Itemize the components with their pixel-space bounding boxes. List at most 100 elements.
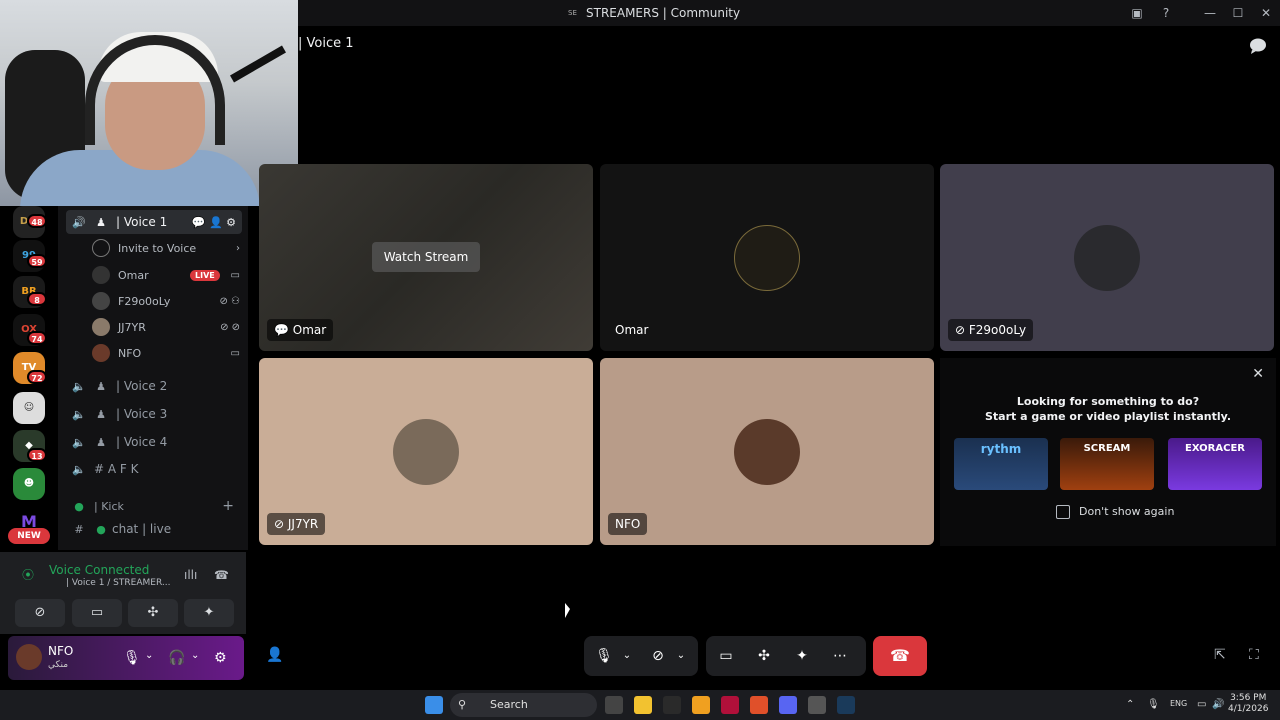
server-icon-cat[interactable]: ☺ [13,392,45,424]
activity-card-rythm[interactable]: rythm [954,438,1048,490]
avatar[interactable] [16,644,42,670]
chevron-down-icon[interactable]: ⌄ [145,650,153,661]
signal-icon[interactable]: ⦿ [22,566,34,583]
language-indicator[interactable]: ENG [1170,699,1187,708]
category-kick[interactable]: ● | Kick + [66,494,242,518]
inbox-icon[interactable]: ▣ [1130,6,1144,20]
tray-mic-icon[interactable]: 🎙 [1147,699,1160,710]
microphone-icon[interactable]: 🎙 [590,642,618,670]
app-window: SE STREAMERS | Community ▣ ? — ☐ ✕ | Voic… [0,0,1280,720]
maximize-icon[interactable]: ☐ [1231,6,1245,20]
tile-label-text: F29o0oLy [968,323,1027,337]
search-icon: ⚲ [458,698,467,711]
voice-sub[interactable]: | Voice 1 / STREAMER... [66,578,170,588]
video-tile-f29[interactable]: ⊘ F29o0oLy [940,164,1274,351]
app-icon[interactable] [663,696,681,714]
more-icon[interactable]: ⋯ [826,642,854,670]
dont-show-label[interactable]: Don't show again [1079,505,1174,518]
tray-network-icon[interactable]: ▭ [1197,699,1206,710]
speaker-icon: 🔊 [72,215,86,229]
avatar [92,266,110,284]
brave-icon[interactable] [750,696,768,714]
avatar [734,225,800,291]
channel-actions-icon[interactable]: 💬 👤 ⚙ [192,216,236,229]
video-tile-nfo[interactable]: NFO [600,358,934,545]
avatar [92,292,110,310]
channel-voice-2[interactable]: 🔈 ♟ | Voice 2 [66,374,242,398]
live-badge: LIVE [190,269,220,281]
new-badge[interactable]: NEW [8,528,50,544]
voice-member[interactable]: JJ7YR ⊘ ⊘ [92,316,242,338]
chevron-down-icon[interactable]: ⌄ [618,642,636,670]
camera-off-icon[interactable]: ⊘ [644,642,672,670]
chevron-down-icon[interactable]: ⌄ [191,650,199,661]
voice-member[interactable]: Omar LIVE ▭ [92,264,242,286]
disconnect-button[interactable]: ☎ [873,636,927,676]
settings-icon[interactable]: ⚙ [214,650,227,666]
voice-member[interactable]: NFO ▭ [92,342,242,364]
popout-icon[interactable]: ⇱ [1214,647,1226,663]
chevron-down-icon[interactable]: ⌄ [672,642,690,670]
add-user-icon[interactable]: 👤 [266,647,283,663]
soundboard-icon[interactable]: ✦ [788,642,816,670]
camera-button[interactable]: ⊘ [15,599,65,627]
voice-status[interactable]: Voice Connected [49,563,149,577]
activities-button[interactable]: ✣ [128,599,178,627]
task-view-icon[interactable] [605,696,623,714]
taskbar-search[interactable]: Search [450,693,597,717]
channel-chat-live[interactable]: # ● chat | live [66,517,242,541]
avatar [734,419,800,485]
share-screen-icon[interactable]: ▭ [712,642,740,670]
video-tile-jj7yr[interactable]: ⊘ JJ7YR [259,358,593,545]
help-icon[interactable]: ? [1159,6,1173,20]
clock[interactable]: 3:56 PM 4/1/2026 [1228,693,1268,715]
invite-to-voice[interactable]: Invite to Voice › [92,237,242,259]
watch-stream-button[interactable]: Watch Stream [372,242,480,272]
share-screen-button[interactable]: ▭ [72,599,122,627]
tile-label: Omar [615,323,649,337]
tray-volume-icon[interactable]: 🔊 [1212,699,1224,710]
activities-icon[interactable]: ✣ [750,642,778,670]
close-icon[interactable]: ✕ [1259,6,1273,20]
activity-title-line2: Start a game or video playlist instantly… [985,410,1231,423]
server-icon: SE [568,8,577,17]
dont-show-checkbox[interactable] [1056,505,1070,519]
steam-icon[interactable] [837,696,855,714]
fullscreen-icon[interactable]: ⛶ [1249,647,1259,663]
mouse-cursor [565,603,570,618]
video-tile-omar[interactable]: Omar [600,164,934,351]
chat-icon[interactable] [1249,38,1267,54]
close-icon[interactable]: ✕ [1252,366,1264,382]
add-channel-icon[interactable]: + [222,498,234,514]
speaker-icon: 🔈 [72,462,86,476]
channel-afk[interactable]: 🔈 # A F K [66,457,242,481]
noise-suppression-icon[interactable]: ıllı [184,568,197,582]
server-badge: 59 [27,254,47,268]
start-icon[interactable] [425,696,443,714]
soundboard-button[interactable]: ✦ [184,599,234,627]
activity-panel: ✕ Looking for something to do? Start a g… [940,358,1276,546]
activity-card-scream[interactable]: SCREAM [1060,438,1154,490]
kick-icon: ● [96,522,106,536]
disconnect-icon[interactable]: ☎ [214,568,229,582]
voice-channel-header: | Voice 1 [298,36,354,51]
discord-icon[interactable] [779,696,797,714]
activity-card-exoracer[interactable]: EXORACER [1168,438,1262,490]
channel-voice-3[interactable]: 🔈 ♟ | Voice 3 [66,402,242,426]
voice-member[interactable]: F29o0oLy ⊘ ⚇ [92,290,242,312]
channel-voice-4[interactable]: 🔈 ♟ | Voice 4 [66,430,242,454]
app-icon[interactable] [808,696,826,714]
app-icon[interactable] [692,696,710,714]
headphones-icon[interactable]: 🎧 [168,650,185,666]
microphone-icon[interactable]: 🎙 [123,650,141,666]
channel-label: # A F K [94,462,139,476]
channel-voice-1[interactable]: 🔊 ♟ | Voice 1 💬 👤 ⚙ [66,210,242,234]
tray-chevron-icon[interactable]: ⌃ [1126,699,1134,710]
server-icon-green[interactable]: ☻ [13,468,45,500]
file-explorer-icon[interactable] [634,696,652,714]
channel-type-icon: ♟ [96,407,106,421]
minimize-icon[interactable]: — [1203,6,1217,20]
server-badge: 48 [27,214,47,228]
activity-title: Looking for something to do? Start a gam… [940,394,1276,424]
app-icon[interactable] [721,696,739,714]
